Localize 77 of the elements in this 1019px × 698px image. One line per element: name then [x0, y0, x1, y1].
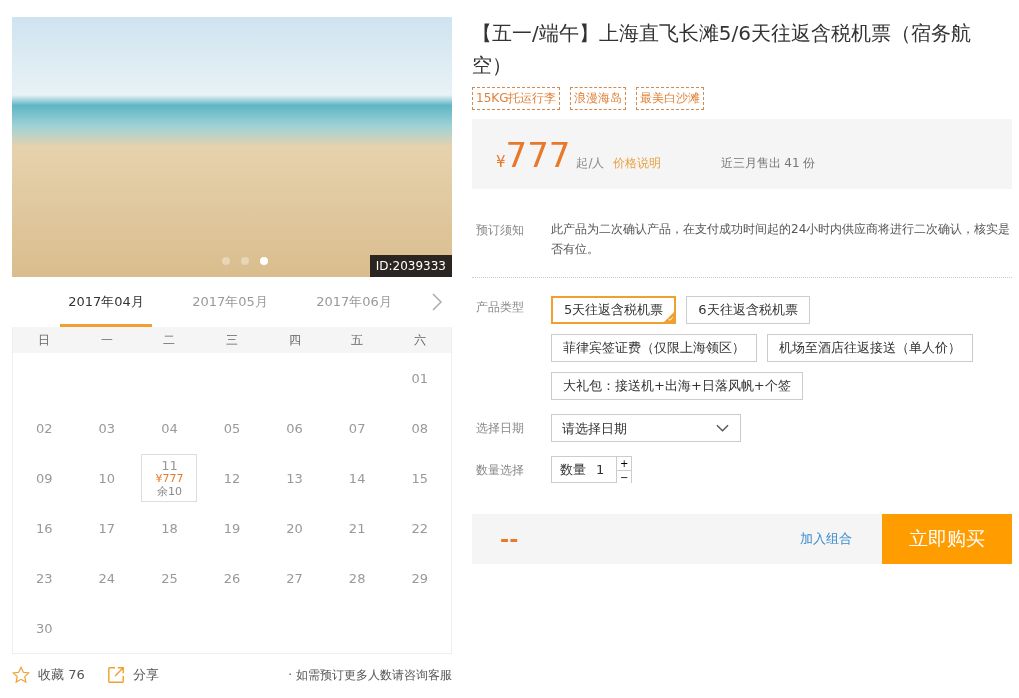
check-corner-icon: [664, 312, 675, 322]
product-title: 【五一/端午】上海直飞长滩5/6天往返含税机票（宿务航空）: [472, 20, 972, 79]
booking-notice: 此产品为二次确认产品，在支付成功时间起的24小时内供应商将进行二次确认，核实是否有位。: [551, 221, 1012, 258]
field-label: 选择日期: [475, 420, 525, 437]
day-number: 25: [161, 570, 178, 586]
day-number: 08: [411, 420, 428, 436]
day-number: 07: [348, 420, 366, 436]
day-number: 29: [411, 570, 428, 586]
decrement-button[interactable]: −: [617, 470, 632, 483]
chevron-down-icon: [716, 424, 729, 432]
date-select[interactable]: 请选择日期: [551, 414, 741, 442]
day-number: 05: [223, 420, 241, 436]
day-number: 23: [36, 570, 53, 586]
carousel-dot[interactable]: [241, 257, 249, 265]
day-number: 17: [98, 520, 116, 536]
day-number: 19: [223, 520, 241, 536]
field-label: 数量选择: [475, 461, 525, 479]
day-number: 24: [98, 570, 116, 586]
field-label: 预订须知: [475, 222, 525, 239]
product-option[interactable]: 机场至酒店往返接送（单人价）: [767, 334, 973, 362]
day-price: ¥777: [155, 471, 184, 485]
day-number: 06: [286, 420, 303, 436]
quantity-value: 1: [596, 462, 605, 477]
sales-count: 近三月售出 41 份: [720, 155, 816, 172]
weekday-label: 日: [38, 331, 51, 349]
next-chevron-icon[interactable]: [432, 293, 442, 311]
feature-tag: 最美白沙滩: [636, 87, 705, 110]
feature-tag: 浪漫海岛: [570, 87, 627, 110]
weekday-label: 六: [413, 331, 426, 349]
day-number: 20: [286, 520, 303, 536]
day-number: 28: [348, 570, 366, 586]
carousel-dot[interactable]: [222, 257, 230, 265]
day-number: 22: [411, 520, 428, 536]
share-button[interactable]: 分享: [106, 666, 159, 684]
price-unit: 起/人: [576, 155, 605, 172]
price-amount: 777: [505, 135, 571, 175]
day-remaining: 余10: [156, 484, 182, 498]
day-number: 12: [223, 470, 241, 486]
day-number: 04: [161, 420, 178, 436]
product-option[interactable]: 6天往返含税机票: [686, 296, 810, 324]
day-number: 10: [98, 470, 116, 486]
currency-symbol: ¥: [496, 153, 506, 171]
day-number: 03: [98, 420, 116, 436]
product-option[interactable]: 菲律宾签证费（仅限上海领区）: [551, 334, 757, 362]
product-option[interactable]: 大礼包：接送机+出海+日落风帆+个签: [551, 372, 803, 400]
day-number: 30: [36, 620, 53, 636]
day-number: 02: [36, 420, 53, 436]
carousel-dot[interactable]: [260, 257, 268, 265]
product-option[interactable]: 5天往返含税机票: [551, 296, 677, 324]
share-icon: [106, 666, 125, 684]
consult-note: · 如需预订更多人数请咨询客服: [288, 666, 452, 684]
quantity-prefix: 数量: [560, 460, 586, 479]
day-number: 09: [36, 470, 53, 486]
feature-tag: 15KG托运行李: [472, 87, 561, 110]
weekday-label: 一: [100, 331, 113, 349]
weekday-label: 五: [351, 331, 364, 349]
weekday-label: 三: [226, 331, 238, 349]
day-number: 18: [161, 520, 178, 536]
day-number: 13: [286, 470, 303, 486]
day-number: 16: [36, 520, 53, 536]
weekday-label: 四: [288, 331, 301, 349]
favorite-button[interactable]: 收藏 76: [12, 666, 85, 684]
calendar-day[interactable]: 11 ¥777 余10: [141, 454, 198, 502]
day-number: 26: [223, 570, 241, 586]
day-number: 11: [161, 458, 178, 472]
quantity-field[interactable]: 数量 1: [551, 456, 617, 483]
day-number: 01: [411, 370, 428, 386]
day-number: 14: [348, 470, 366, 486]
total-price: --: [500, 526, 519, 552]
field-label: 产品类型: [475, 299, 525, 316]
day-number: 21: [348, 520, 366, 536]
day-number: 27: [286, 570, 303, 586]
add-to-combo-link[interactable]: 加入组合: [800, 530, 852, 548]
id-badge: ID:2039333: [369, 255, 452, 277]
day-number: 15: [411, 470, 428, 486]
weekday-label: 二: [163, 331, 176, 349]
star-icon: [12, 666, 30, 684]
